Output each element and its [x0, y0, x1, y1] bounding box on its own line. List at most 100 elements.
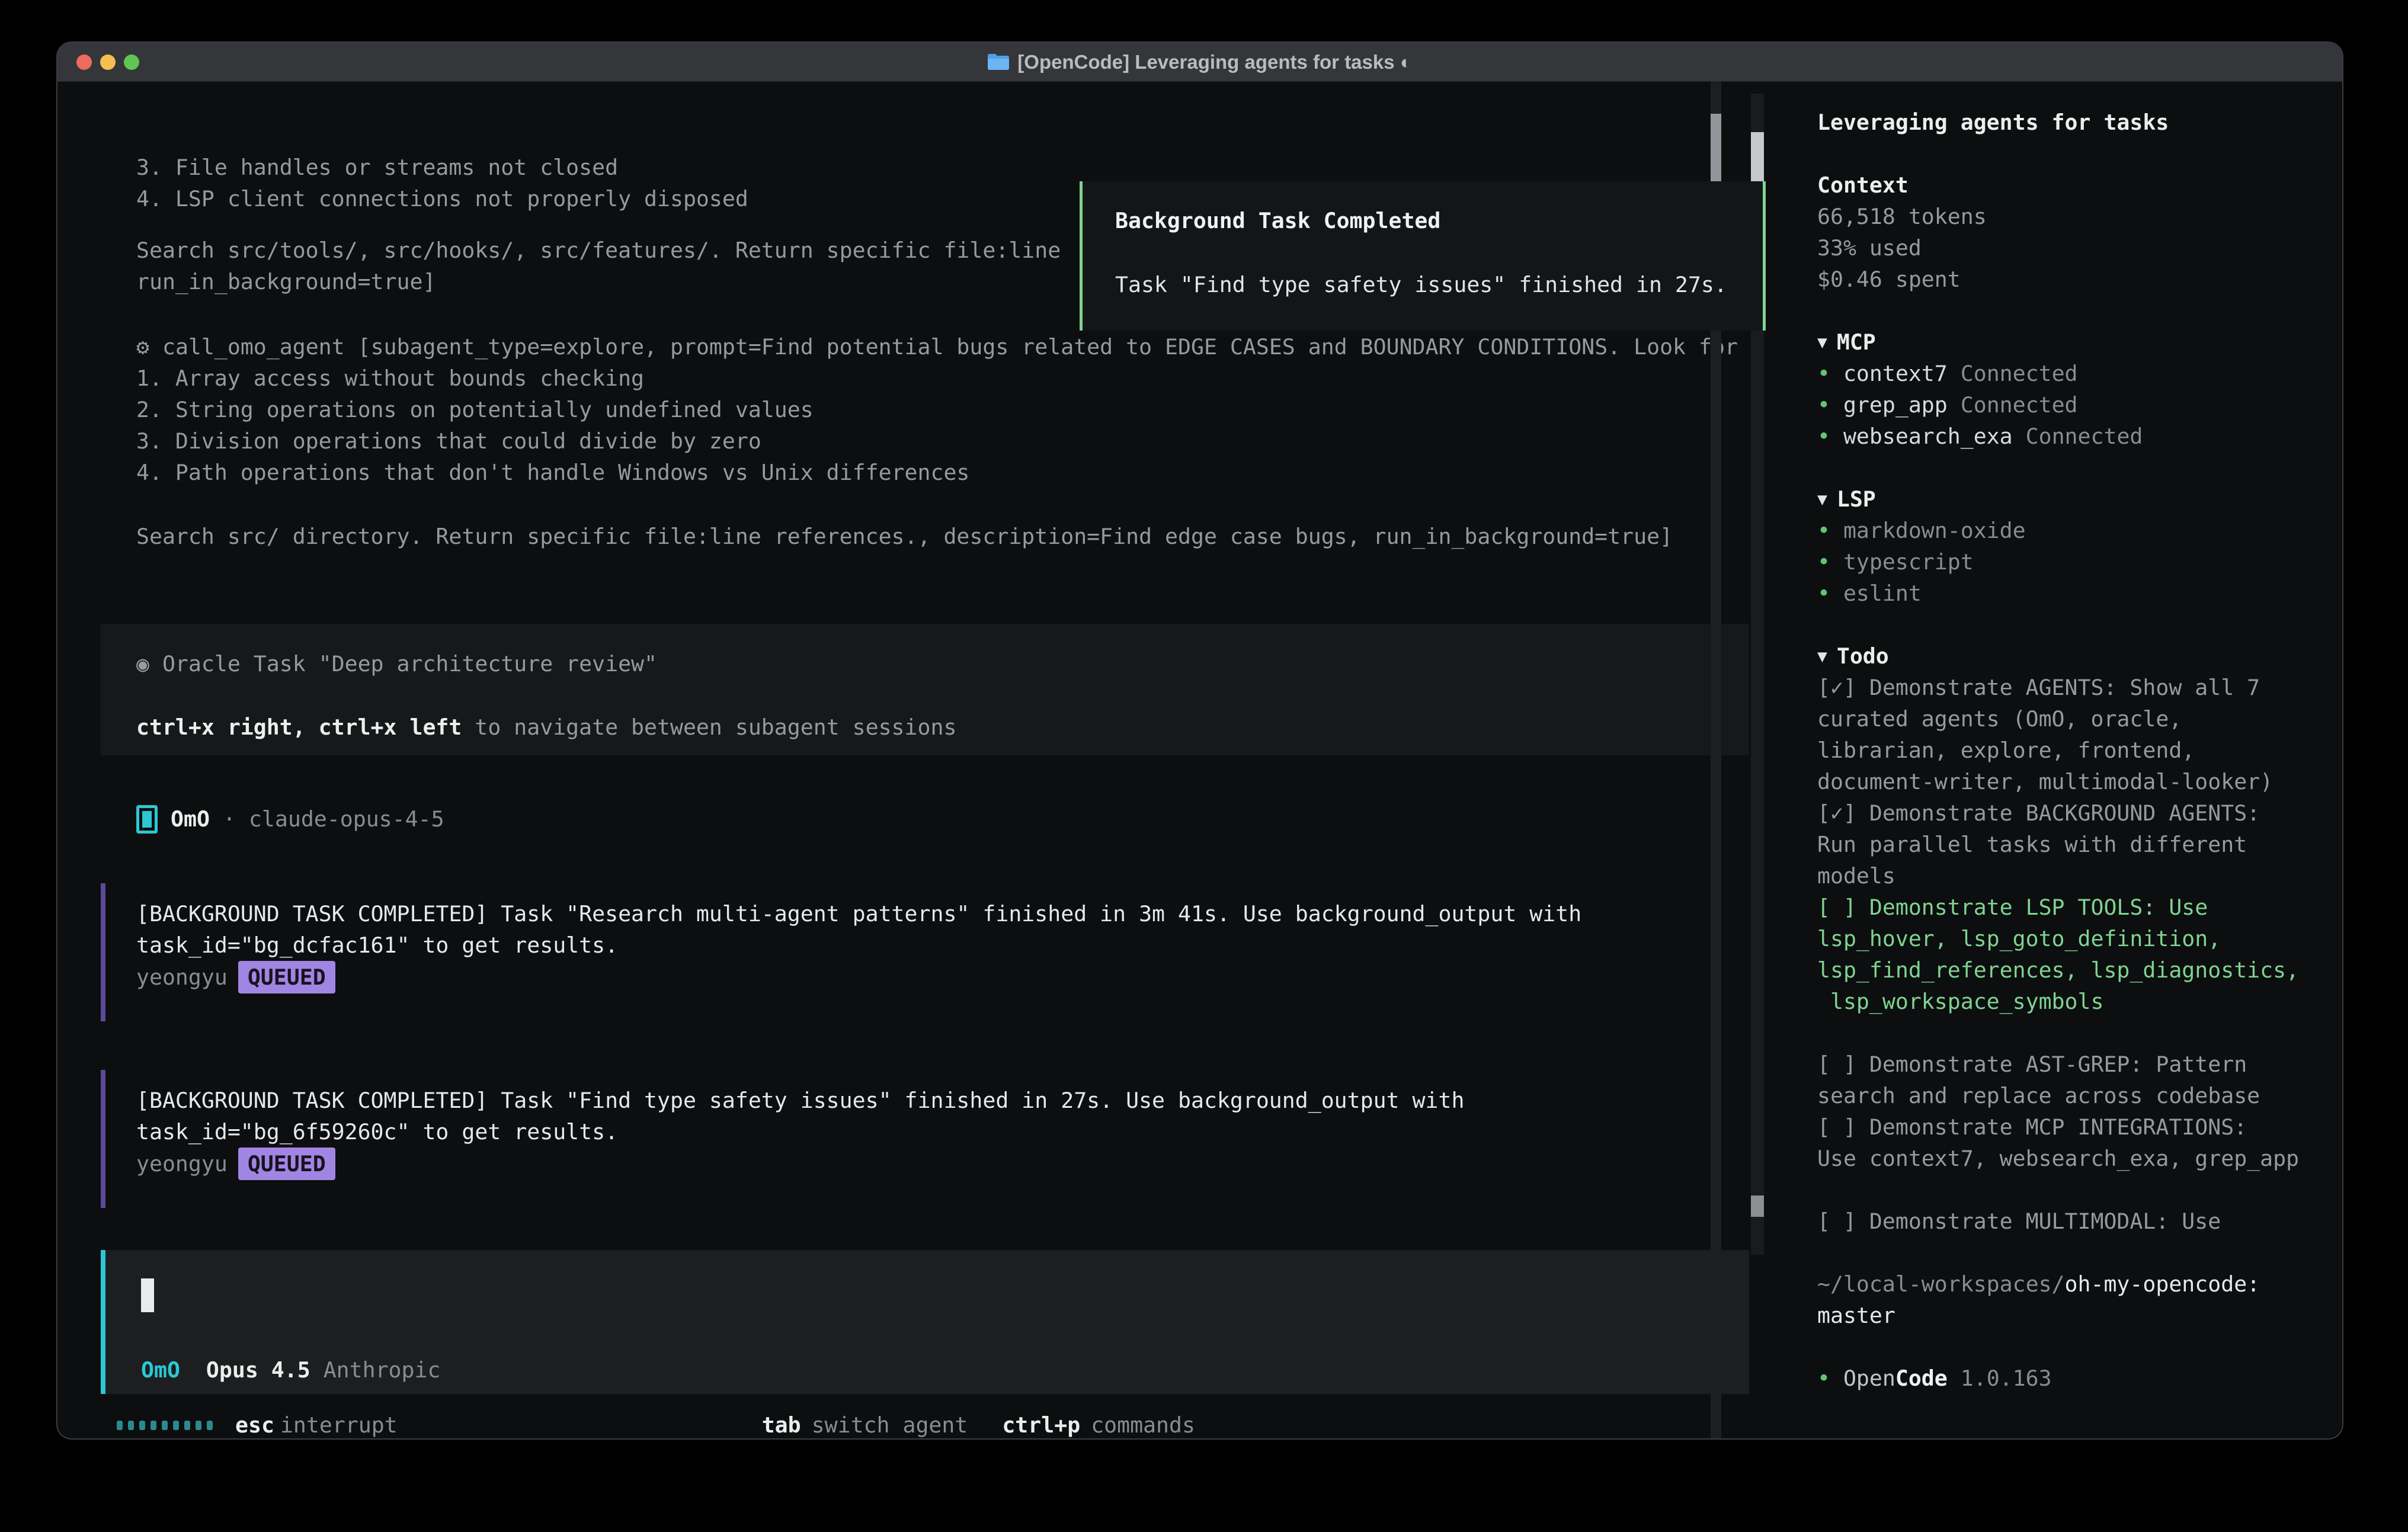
session-title: Leveraging agents for tasks [1817, 107, 2330, 138]
tool-call-text [149, 334, 162, 360]
hint-description: to navigate between subagent sessions [462, 714, 956, 740]
minimize-button[interactable] [100, 55, 116, 70]
todo-section-heading[interactable]: ▼Todo [1817, 640, 2330, 672]
folder-icon [988, 54, 1009, 70]
gear-icon: ⚙ [136, 334, 149, 360]
lsp-server-name: typescript [1843, 549, 1974, 575]
text-cursor [141, 1278, 154, 1312]
notification-body: Task "Find type safety issues" finished … [1115, 269, 1763, 300]
background-task-message: [BACKGROUND TASK COMPLETED] Task "Find t… [101, 1070, 1749, 1208]
context-spent: $0.46 spent [1817, 264, 2330, 295]
task-message-line2: task_id="bg_dcfac161" to get results. [136, 930, 1749, 961]
oracle-task-panel: ◉ Oracle Task "Deep architecture review"… [101, 624, 1749, 755]
todo-item-done: [✓] Demonstrate AGENTS: Show all 7curate… [1817, 672, 2330, 797]
chat-scrollbar-thumb[interactable] [1751, 132, 1764, 187]
task-user: yeongyu [136, 964, 228, 990]
task-message-meta: yeongyu QUEUED [136, 961, 1749, 993]
background-task-message: [BACKGROUND TASK COMPLETED] Task "Resear… [101, 883, 1749, 1021]
text-line: [✓] Demonstrate BACKGROUND AGENTS: [1817, 797, 2330, 829]
ctrlp-key-hint: ctrl+p [1002, 1409, 1080, 1440]
text-line: search and replace across codebase [1817, 1080, 2330, 1111]
tab-key-hint: tab [762, 1409, 801, 1440]
assistant-text-block: Search src/tools/, src/hooks/, src/featu… [136, 235, 1061, 297]
text-line: 1. Array access without bounds checking [136, 363, 1754, 394]
status-badge: QUEUED [238, 1148, 335, 1180]
tool-call-items: 1. Array access without bounds checking2… [136, 363, 1754, 488]
status-left-group: esc interrupt [117, 1409, 398, 1440]
todo-item-active: [ ] Demonstrate LSP TOOLS: Uselsp_hover,… [1817, 892, 2330, 1017]
meta-space [310, 1357, 324, 1383]
text-line: Use context7, websearch_exa, grep_app [1817, 1143, 2330, 1174]
text-line: [✓] Demonstrate AGENTS: Show all 7 [1817, 672, 2330, 703]
green-dot-icon: • [1817, 549, 1843, 575]
task-message-line2: task_id="bg_6f59260c" to get results. [136, 1116, 1749, 1148]
workspace-branch: master [1817, 1300, 2330, 1331]
todo-item-pending: [ ] Demonstrate MCP INTEGRATIONS:Use con… [1817, 1111, 2330, 1174]
text-line: models [1817, 860, 2330, 892]
workspace-dir: ~/local-workspaces/ [1817, 1271, 2065, 1297]
close-button[interactable] [76, 55, 92, 70]
input-agent-name: OmO [141, 1357, 180, 1383]
todo-item-pending: [ ] Demonstrate MULTIMODAL: Use [1817, 1206, 2330, 1237]
terminal-main: 3. File handles or streams not closed4. … [57, 82, 1770, 1440]
context-used: 33% used [1817, 232, 2330, 264]
agent-name: OmO [171, 803, 210, 835]
chevron-down-icon: ▼ [1817, 332, 1827, 352]
mcp-section-heading[interactable]: ▼MCP [1817, 326, 2330, 358]
todo-item-pending: [ ] Demonstrate AST-GREP: Patternsearch … [1817, 1049, 2330, 1111]
hint-shortcut: ctrl+x right, ctrl+x left [136, 714, 462, 740]
text-line: [ ] Demonstrate MULTIMODAL: Use [1817, 1206, 2330, 1237]
text-line: 2. String operations on potentially unde… [136, 394, 1754, 425]
mcp-server-status: Connected [2013, 424, 2143, 449]
green-dot-icon: • [1817, 518, 1843, 543]
lsp-server-row: • eslint [1817, 578, 2330, 609]
zoom-button[interactable] [124, 55, 139, 70]
text-line: curated agents (OmO, oracle, [1817, 703, 2330, 735]
task-message-line1: [BACKGROUND TASK COMPLETED] Task "Resear… [136, 898, 1749, 930]
app-version-row: • OpenCode 1.0.163 [1817, 1363, 2330, 1394]
separator-dot: · [223, 803, 236, 835]
text-line: 3. File handles or streams not closed [136, 152, 748, 183]
green-dot-icon: • [1817, 424, 1843, 449]
mcp-server-status: Connected [1948, 392, 2078, 418]
traffic-lights [76, 43, 139, 82]
status-bar: esc interrupt tab switch agent ctrl+p comm… [57, 1409, 1770, 1440]
tool-call-footer: Search src/ directory. Return specific f… [136, 521, 1673, 552]
tab-key-label: switch agent [812, 1409, 968, 1440]
mcp-section: ▼MCP • context7 Connected • grep_app Con… [1817, 326, 2330, 452]
lsp-section-heading[interactable]: ▼ LSP [1817, 483, 2330, 515]
chevron-down-icon: ▼ [1817, 646, 1827, 666]
task-user: yeongyu [136, 1151, 228, 1177]
agent-avatar-icon [136, 805, 158, 834]
lsp-server-row: • markdown-oxide [1817, 515, 2330, 546]
tool-call-header: ⚙ call_omo_agent [subagent_type=explore,… [136, 331, 1754, 363]
status-badge: QUEUED [238, 961, 335, 993]
text-line: [ ] Demonstrate MCP INTEGRATIONS: [1817, 1111, 2330, 1143]
green-dot-icon: • [1817, 361, 1843, 386]
tool-call-line1: call_omo_agent [subagent_type=explore, p… [162, 334, 1738, 360]
lsp-server-row: • typescript [1817, 546, 2330, 578]
oracle-task-hint: ctrl+x right, ctrl+x left to navigate be… [136, 711, 1749, 743]
app-name-code: Code [1895, 1366, 1948, 1391]
text-line: 3. Division operations that could divide… [136, 425, 1754, 457]
chevron-down-icon: ▼ [1817, 489, 1827, 509]
opencode-window: [OpenCode] Leveraging agents for tasks ◐… [56, 41, 2343, 1440]
lsp-server-name: markdown-oxide [1843, 518, 2026, 543]
green-dot-icon: • [1817, 1366, 1843, 1391]
notification-title: Background Task Completed [1115, 205, 1763, 236]
chat-scrollbar-thumb-secondary[interactable] [1751, 1196, 1764, 1217]
prompt-input[interactable]: OmO Opus 4.5 Anthropic [101, 1250, 1749, 1394]
mcp-server-name: context7 [1843, 361, 1948, 386]
text-line: run_in_background=true] [136, 266, 1061, 297]
input-provider-name: Anthropic [324, 1357, 441, 1383]
gap [978, 1409, 991, 1440]
mcp-server-status: Connected [1948, 361, 2078, 386]
lsp-heading-label: LSP [1837, 486, 1876, 512]
tool-call-block: ⚙ call_omo_agent [subagent_type=explore,… [136, 331, 1754, 488]
session-sidebar: Leveraging agents for tasks Context 66,5… [1817, 82, 2330, 1440]
window-content: 3. File handles or streams not closed4. … [57, 82, 2342, 1438]
agent-session-row[interactable]: OmO · claude-opus-4-5 [136, 803, 444, 835]
app-name-open: Open [1843, 1366, 1895, 1391]
ctrlp-key-label: commands [1091, 1409, 1195, 1440]
mcp-server-row: • grep_app Connected [1817, 389, 2330, 421]
